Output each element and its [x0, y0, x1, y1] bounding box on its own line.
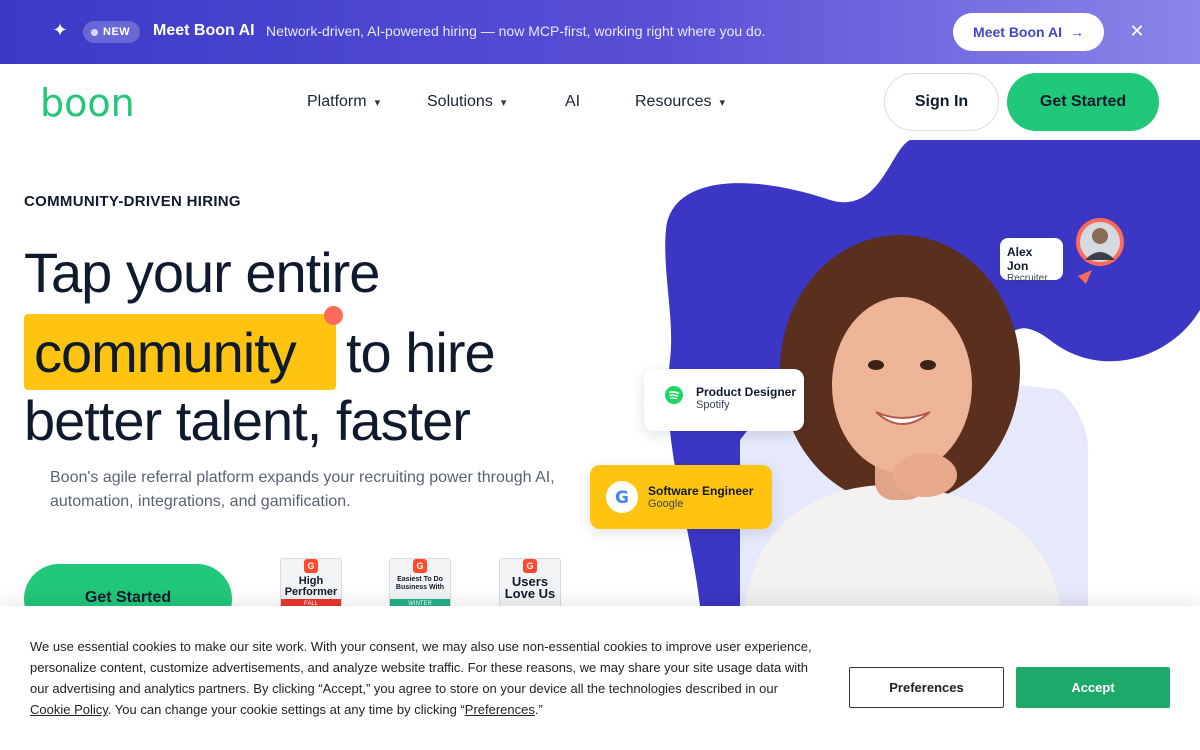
announcement-text: Network-driven, AI-powered hiring — now … [266, 23, 766, 39]
cookie-policy-link[interactable]: Cookie Policy [30, 702, 108, 717]
new-badge-label: NEW [103, 26, 131, 38]
badge-text: Easiest To Do Business With [395, 576, 445, 591]
new-badge: NEW [83, 21, 141, 43]
spotify-icon [665, 386, 683, 404]
chevron-down-icon: ▾ [374, 96, 381, 109]
nav-resources[interactable]: Resources ▾ [635, 93, 725, 111]
g2-badge-easiest-business: G Easiest To Do Business With WINTER [389, 558, 451, 610]
announcement-bar: ✦ NEW Meet Boon AI Network-driven, AI-po… [0, 0, 1200, 64]
google-icon: G [606, 481, 638, 513]
hero-heading-line2: to hire [346, 321, 496, 384]
google-company: Google [648, 498, 684, 510]
nav-resources-label: Resources [635, 93, 712, 110]
meet-boon-ai-label: Meet Boon AI [973, 24, 1062, 40]
spotify-card: Product Designer Spotify [644, 369, 804, 431]
g2-badge-users-love-us: G Users Love Us [499, 558, 561, 610]
close-icon[interactable]: ✕ [1127, 21, 1147, 41]
badge-text: High Performer [284, 575, 338, 598]
chevron-down-icon: ▾ [719, 96, 726, 109]
spotify-job-title: Product Designer [696, 385, 797, 399]
g2-icon: G [413, 559, 427, 573]
portrait-face [832, 297, 972, 473]
arrow-right-icon: → [1069, 24, 1084, 40]
spotify-company: Spotify [696, 399, 730, 411]
preferences-link[interactable]: Preferences [465, 702, 535, 717]
accent-dot [324, 306, 343, 325]
logo-text: boon [40, 84, 135, 124]
hero-heading-line1: Tap your entire [24, 241, 380, 304]
g2-badge-high-performer: G High Performer FALL [280, 558, 342, 610]
announcement-title: Meet Boon AI [153, 22, 255, 39]
badge-text: Users Love Us [504, 574, 556, 601]
nav-platform-label: Platform [307, 93, 367, 110]
portrait-hand [893, 453, 957, 497]
g2-icon: G [523, 559, 537, 573]
recruiter-card: Alex Jon Recruiter [1000, 238, 1063, 284]
sparkle-icon: ✦ [52, 20, 68, 40]
nav-ai[interactable]: AI [565, 93, 580, 111]
get-started-nav-button[interactable]: Get Started [1007, 73, 1159, 131]
nav-ai-label: AI [565, 93, 581, 110]
sign-in-button[interactable]: Sign In [884, 73, 999, 131]
nav-solutions[interactable]: Solutions ▾ [427, 93, 506, 111]
recruiter-role: Recruiter [1007, 273, 1048, 284]
nav-platform[interactable]: Platform ▾ [307, 93, 380, 111]
svg-text:G: G [615, 488, 629, 508]
badge-dot-icon [91, 28, 98, 36]
recruiter-name: Alex Jon [1007, 245, 1033, 273]
cookie-text-part2: . You can change your cookie settings at… [107, 702, 465, 717]
google-card: G Software Engineer Google [590, 465, 772, 529]
g2-icon: G [304, 559, 318, 573]
boon-logo[interactable]: boon [40, 84, 152, 124]
accept-button[interactable]: Accept [1016, 667, 1170, 708]
nav-solutions-label: Solutions [427, 93, 493, 110]
google-job-title: Software Engineer [648, 484, 754, 498]
hero-description: Boon's agile referral platform expands y… [50, 469, 555, 510]
hero-highlight-word: community [34, 321, 297, 384]
cookie-text-part3: .” [534, 702, 543, 717]
preferences-button[interactable]: Preferences [849, 667, 1004, 708]
chevron-down-icon: ▾ [500, 96, 507, 109]
hero-illustration: Alex Jon Recruiter Product Designer Spot… [580, 140, 1200, 606]
meet-boon-ai-button[interactable]: Meet Boon AI → [953, 13, 1104, 51]
cookie-text: We use essential cookies to make our sit… [30, 636, 820, 720]
hero-heading-line3: better talent, faster [24, 389, 471, 452]
hero-eyebrow: COMMUNITY-DRIVEN HIRING [24, 193, 241, 210]
cookie-text-part1: We use essential cookies to make our sit… [30, 639, 812, 696]
